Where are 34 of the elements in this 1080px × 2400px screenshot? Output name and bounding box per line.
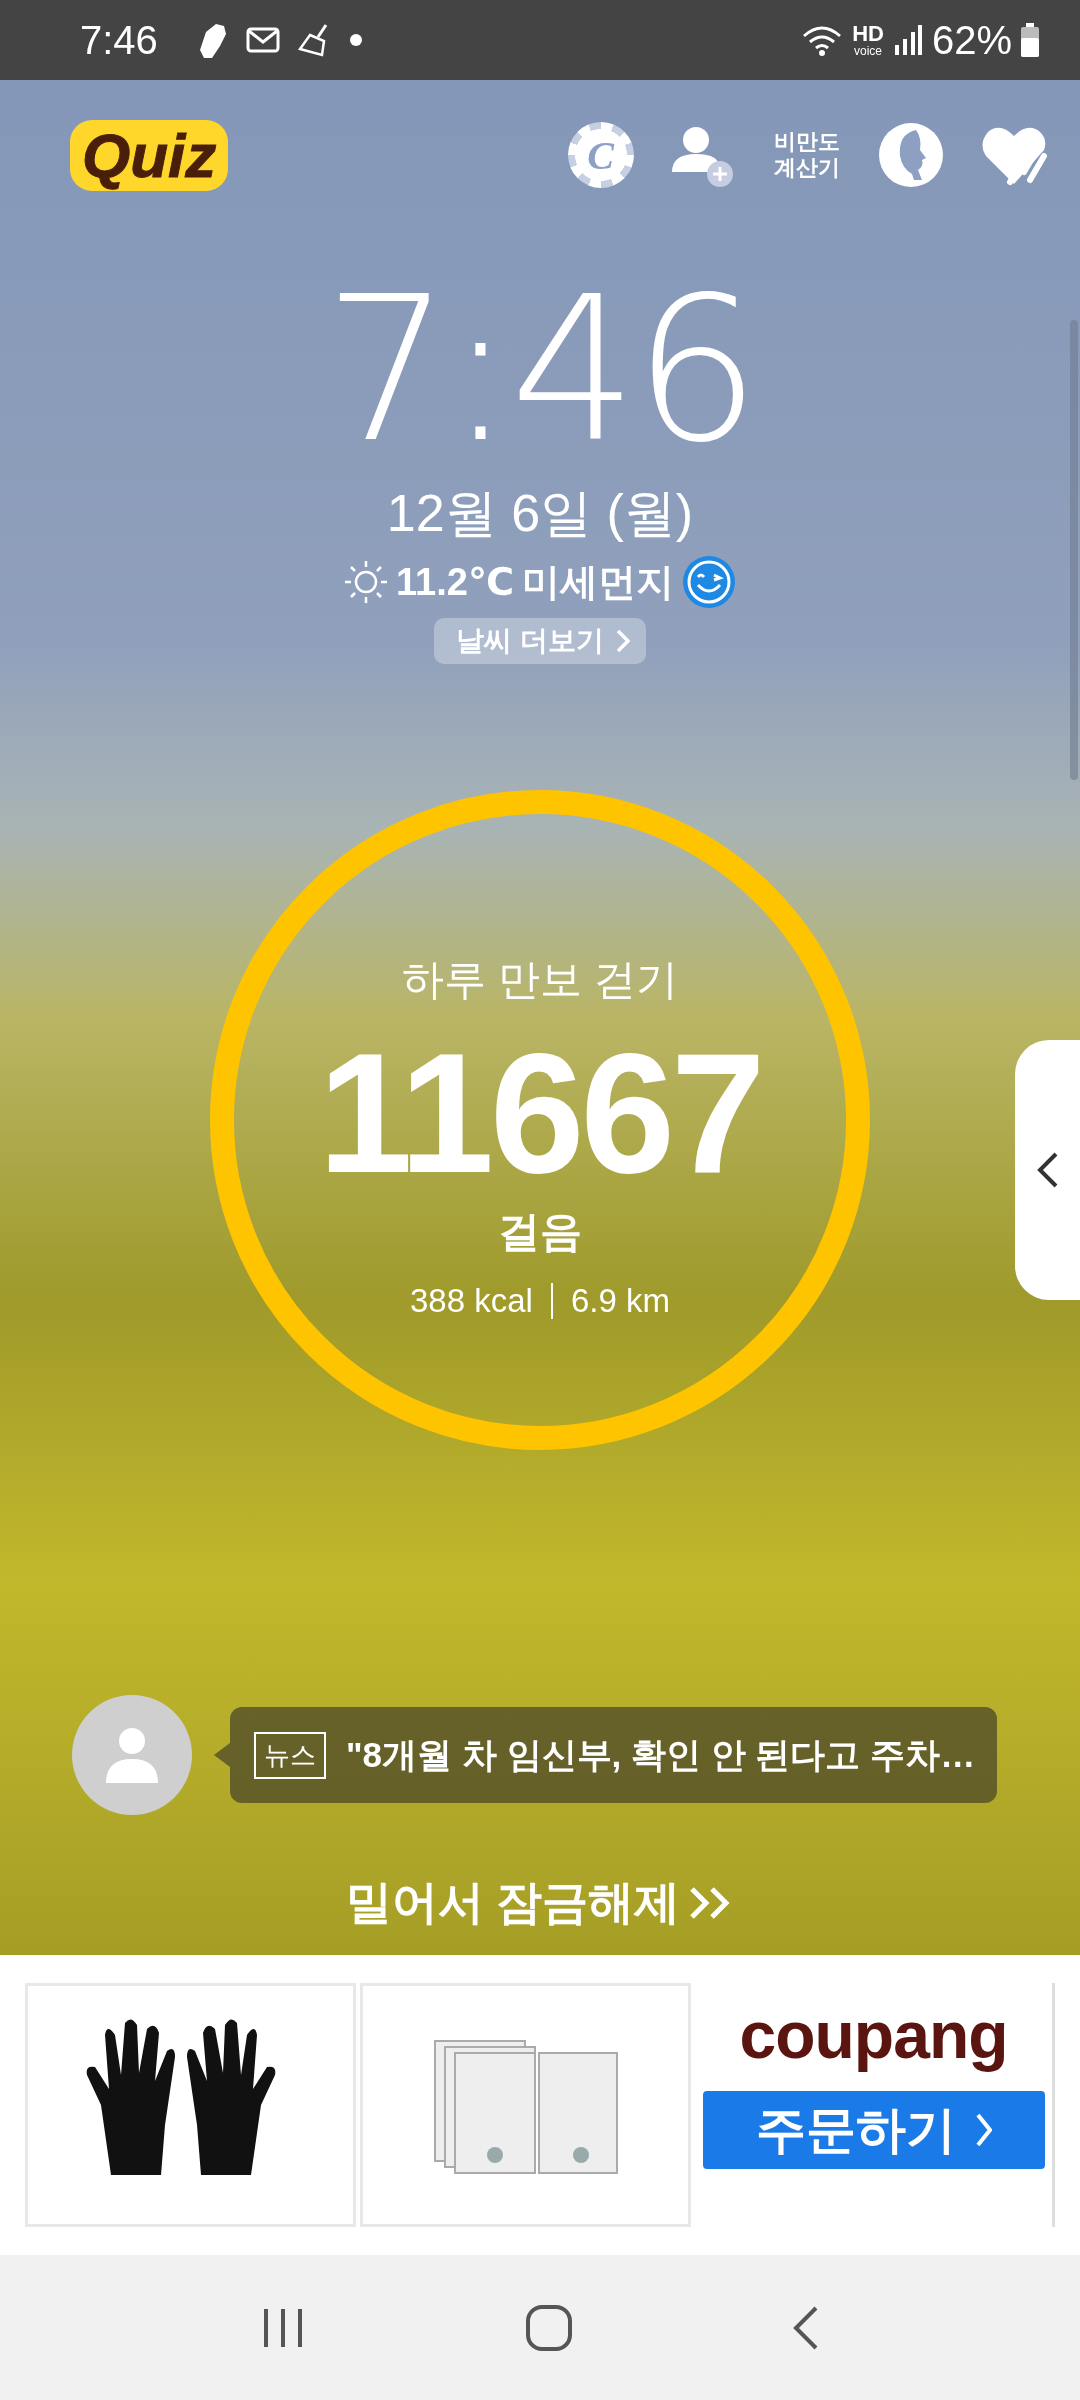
woman-profile-icon[interactable]	[878, 122, 944, 188]
side-drawer-handle[interactable]	[1015, 1040, 1080, 1300]
step-goal-title: 하루 만보 걷기	[402, 955, 678, 1005]
step-count: 11667	[318, 1028, 762, 1198]
order-button[interactable]: 주문하기	[702, 2091, 1045, 2169]
calories-text: 388 kcal	[410, 1282, 533, 1320]
news-tag: 뉴스	[254, 1731, 326, 1779]
chevron-right-icon	[975, 2113, 992, 2147]
chevron-right-icon	[615, 629, 630, 653]
wifi-icon	[802, 24, 843, 56]
smiley-icon	[681, 555, 736, 609]
battery-percent: 62%	[931, 17, 1012, 63]
mail-icon	[245, 27, 280, 53]
clock-time: 7:46	[80, 17, 158, 63]
battery-icon	[1020, 23, 1040, 57]
news-headline[interactable]: "8개월 차 임신부, 확인 안 된다고 주차…	[346, 1731, 976, 1779]
quiz-logo[interactable]: Quiz	[70, 119, 229, 191]
sun-icon	[344, 560, 389, 604]
lock-clock: 7:46	[323, 270, 757, 470]
date-text: 12월 6일 (월)	[386, 483, 694, 544]
signal-icon	[893, 25, 922, 55]
hd-voice-icon: HD voice	[852, 23, 884, 57]
fine-dust-label: 미세먼지	[521, 559, 674, 605]
temperature-text: 11.2℃	[396, 560, 514, 604]
notification-dot-icon	[349, 34, 362, 46]
coupang-logo: coupang	[739, 1997, 1008, 2073]
bmi-calculator-label[interactable]: 비만도 계산기	[771, 128, 842, 182]
unlock-hint: 밀어서 잠금해제	[345, 1875, 681, 1930]
chevron-left-icon	[1035, 1150, 1060, 1190]
step-unit: 걸음	[498, 1207, 582, 1257]
distance-text: 6.9 km	[570, 1282, 670, 1320]
home-icon[interactable]	[525, 2303, 573, 2352]
product-tile[interactable]	[360, 1983, 692, 2227]
product-tile[interactable]	[25, 1983, 357, 2227]
